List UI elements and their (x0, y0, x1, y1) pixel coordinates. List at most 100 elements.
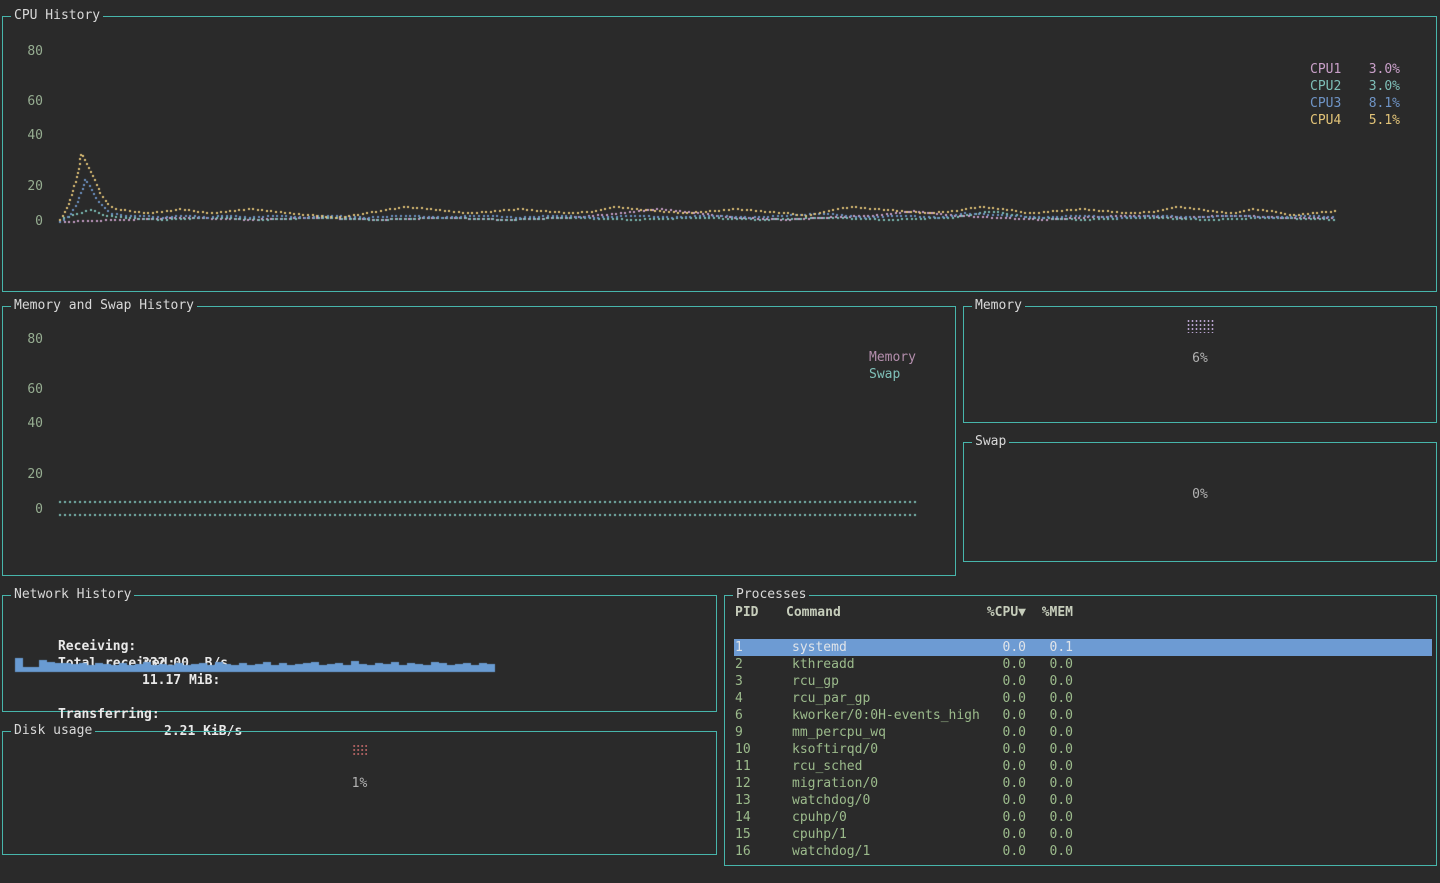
swap-usage-dots (1187, 455, 1214, 469)
process-pid: 2 (735, 656, 743, 673)
memory-panel: Memory 6% (963, 306, 1437, 423)
process-cpu: 0.0 (976, 792, 1026, 809)
cpu-legend-value: 3.0% (1369, 61, 1400, 78)
process-pid: 14 (735, 809, 751, 826)
memory-usage-value: 6% (1187, 351, 1214, 366)
y-tick-0: 0 (15, 503, 43, 517)
process-cmd: mm_percpu_wq (792, 724, 886, 741)
process-cpu: 0.0 (976, 724, 1026, 741)
process-pid: 11 (735, 758, 751, 775)
process-cpu: 0.0 (976, 707, 1026, 724)
cpu-legend: CPU13.0%CPU23.0%CPU38.1%CPU45.1% (1310, 61, 1400, 129)
process-cmd: rcu_gp (792, 673, 839, 690)
memswap-legend-memory: Memory (869, 349, 916, 366)
cpu-legend-value: 8.1% (1369, 95, 1400, 112)
y-tick-60: 60 (15, 383, 43, 397)
process-cmd: systemd (792, 639, 847, 656)
process-row-cpuhp/0[interactable]: 14 cpuhp/0 0.00.0 (734, 809, 1432, 826)
memory-swap-history-chart (3, 307, 955, 575)
processes-title: Processes (733, 587, 809, 603)
column-mem[interactable]: %MEM (1024, 604, 1073, 621)
process-cmd: cpuhp/1 (792, 826, 847, 843)
memory-swap-legend: MemorySwap (869, 349, 916, 383)
swap-title: Swap (972, 434, 1009, 450)
column-pid[interactable]: PID (735, 604, 758, 621)
process-row-migration/0[interactable]: 12migration/00.00.0 (734, 775, 1432, 792)
process-mem: 0.0 (1024, 741, 1073, 758)
memory-title: Memory (972, 298, 1025, 314)
process-pid: 10 (735, 741, 751, 758)
process-row-cpuhp/1[interactable]: 15cpuhp/10.00.0 (734, 826, 1432, 843)
process-mem: 0.0 (1024, 724, 1073, 741)
process-pid: 1 (735, 639, 743, 656)
process-mem: 0.0 (1024, 792, 1073, 809)
process-pid: 9 (735, 724, 743, 741)
process-cmd: ksoftirqd/0 (792, 741, 878, 758)
process-cpu: 0.0 (976, 639, 1026, 656)
y-tick-20: 20 (15, 180, 43, 194)
system-monitor-screen: CPU History 806040200 CPU13.0%CPU23.0%CP… (0, 0, 1440, 883)
column-cpu-sort[interactable]: %CPU▼ (976, 604, 1026, 621)
swap-panel: Swap 0% (963, 442, 1437, 562)
process-row-watchdog/0[interactable]: 13 watchdog/0 0.00.0 (734, 792, 1432, 809)
process-mem: 0.0 (1024, 775, 1073, 792)
y-tick-60: 60 (15, 95, 43, 109)
process-pid: 15 (735, 826, 751, 843)
y-tick-20: 20 (15, 468, 43, 482)
process-cpu: 0.0 (976, 673, 1026, 690)
process-cpu: 0.0 (976, 656, 1026, 673)
disk-usage-dots (352, 744, 367, 755)
memory-gauge: 6% (1187, 319, 1214, 366)
process-cmd: rcu_sched (792, 758, 862, 775)
process-cmd: cpuhp/0 (792, 809, 847, 826)
process-table-header: PID Command %CPU▼ %MEM (734, 604, 1432, 621)
process-pid: 13 (735, 792, 751, 809)
transferring-label: Transferring: (58, 707, 160, 722)
process-cpu: 0.0 (976, 741, 1026, 758)
process-mem: 0.1 (1024, 639, 1073, 656)
cpu-legend-value: 3.0% (1369, 78, 1400, 95)
process-row-mm_percpu_wq[interactable]: 9 mm_percpu_wq 0.00.0 (734, 724, 1432, 741)
process-cmd: kthreadd (792, 656, 855, 673)
disk-usage-title: Disk usage (11, 723, 95, 739)
cpu-history-chart (3, 17, 1436, 291)
y-tick-40: 40 (15, 417, 43, 431)
process-row-watchdog/1[interactable]: 16watchdog/10.00.0 (734, 843, 1432, 860)
process-cmd: watchdog/1 (792, 843, 870, 860)
disk-usage-panel: Disk usage 1% (2, 731, 717, 855)
process-row-rcu_par_gp[interactable]: 4rcu_par_gp0.00.0 (734, 690, 1432, 707)
process-row-rcu_sched[interactable]: 11rcu_sched0.00.0 (734, 758, 1432, 775)
process-mem: 0.0 (1024, 656, 1073, 673)
cpu-legend-label: CPU1 (1310, 61, 1341, 78)
disk-gauge: 1% (352, 744, 368, 791)
process-mem: 0.0 (1024, 809, 1073, 826)
process-cmd: migration/0 (792, 775, 878, 792)
process-cpu: 0.0 (976, 843, 1026, 860)
process-cpu: 0.0 (976, 775, 1026, 792)
process-row-kworker/0:0H-events_high[interactable]: 6kworker/0:0H-events_high0.00.0 (734, 707, 1432, 724)
memory-swap-history-panel: Memory and Swap History 806040200 Memory… (2, 306, 956, 576)
process-pid: 16 (735, 843, 751, 860)
cpu-legend-row-cpu3: CPU3 8.1% (1310, 95, 1400, 112)
process-mem: 0.0 (1024, 673, 1073, 690)
process-row-kthreadd[interactable]: 2 kthreadd 0.00.0 (734, 656, 1432, 673)
column-command[interactable]: Command (786, 604, 841, 621)
process-cpu: 0.0 (976, 690, 1026, 707)
processes-panel: Processes PID Command %CPU▼ %MEM 1system… (724, 595, 1437, 866)
cpu-legend-label: CPU4 (1310, 112, 1341, 129)
process-row-ksoftirqd/0[interactable]: 10 ksoftirqd/0 0.00.0 (734, 741, 1432, 758)
process-cmd: rcu_par_gp (792, 690, 870, 707)
process-pid: 3 (735, 673, 743, 690)
process-cpu: 0.0 (976, 809, 1026, 826)
network-history-panel: Network History Receiving: 332.00 B/s To… (2, 595, 717, 712)
y-tick-80: 80 (15, 45, 43, 59)
process-row-rcu_gp[interactable]: 3 rcu_gp 0.00.0 (734, 673, 1432, 690)
cpu-legend-label: CPU3 (1310, 95, 1341, 112)
cpu-history-panel: CPU History 806040200 CPU13.0%CPU23.0%CP… (2, 16, 1437, 292)
swap-gauge: 0% (1187, 455, 1214, 502)
memory-usage-dots (1187, 319, 1214, 333)
process-row-systemd[interactable]: 1 systemd 0.00.1 (734, 639, 1432, 656)
cpu-legend-value: 5.1% (1369, 112, 1400, 129)
process-cmd: watchdog/0 (792, 792, 870, 809)
y-tick-80: 80 (15, 333, 43, 347)
